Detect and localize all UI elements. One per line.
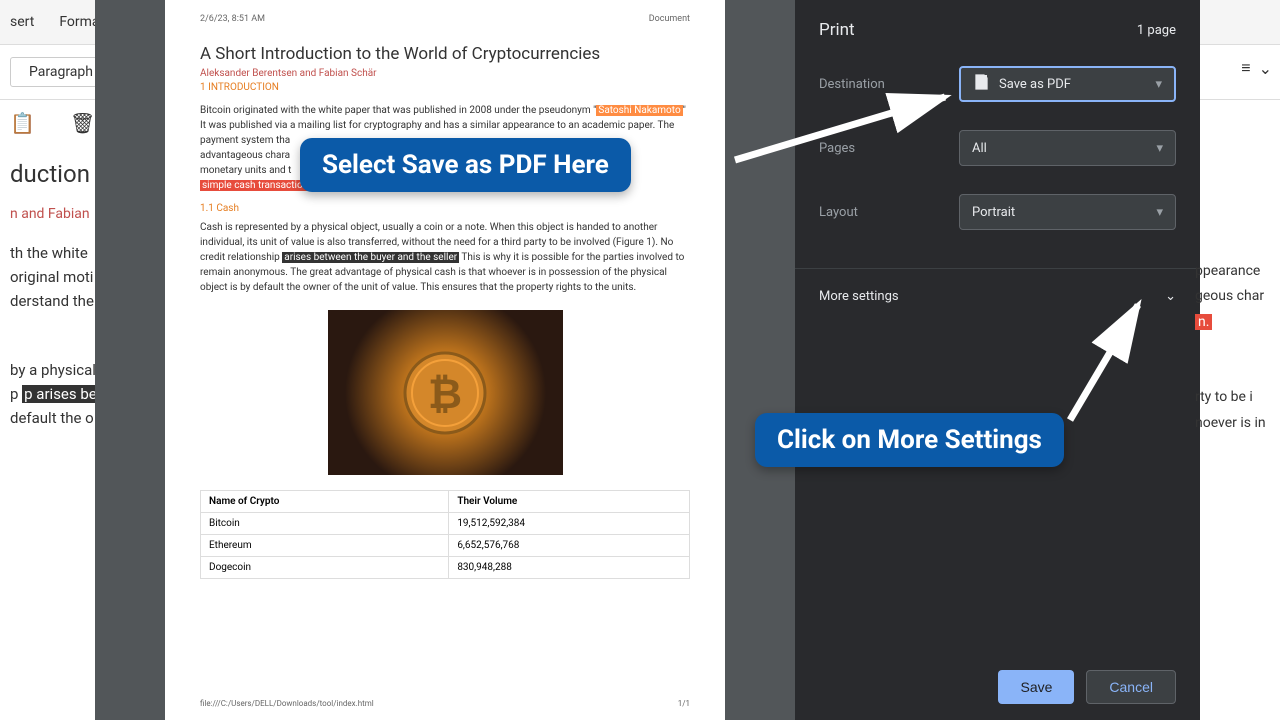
preview-section: 1 INTRODUCTION [200, 82, 690, 93]
layout-label: Layout [819, 205, 959, 220]
preview-paragraph-2: Cash is represented by a physical object… [200, 220, 690, 295]
table-row: Dogecoin830,948,288 [201, 557, 690, 579]
callout-more-settings: Click on More Settings [755, 413, 1064, 467]
preview-timestamp: 2/6/23, 8:51 AM [200, 14, 265, 24]
callout-save-pdf: Select Save as PDF Here [300, 138, 631, 192]
svg-text:₿: ₿ [428, 370, 462, 419]
chevron-down-icon: ▾ [1156, 141, 1163, 156]
chevron-down-icon: ▾ [1156, 205, 1163, 220]
delete-icon[interactable]: 🗑 [70, 111, 95, 135]
print-dialog-overlay: 2/6/23, 8:51 AM Document A Short Introdu… [95, 0, 1200, 720]
print-preview-area: 2/6/23, 8:51 AM Document A Short Introdu… [95, 0, 795, 720]
ribbon-list-icons-right: ≡ ⌄ [1241, 58, 1272, 78]
preview-footer-path: file:///C:/Users/DELL/Downloads/tool/ind… [200, 699, 374, 708]
preview-header-label: Document [649, 14, 690, 24]
paste-icon[interactable]: 📋 [10, 111, 35, 135]
pdf-icon [973, 74, 989, 94]
chevron-down-icon: ⌄ [1165, 289, 1176, 304]
preview-title: A Short Introduction to the World of Cry… [200, 44, 690, 64]
preview-page: 2/6/23, 8:51 AM Document A Short Introdu… [165, 0, 725, 720]
bitcoin-image: ₿ [328, 310, 563, 475]
save-button[interactable]: Save [998, 670, 1074, 704]
chevron-down-icon: ▾ [1155, 77, 1162, 92]
cancel-button[interactable]: Cancel [1086, 670, 1176, 704]
menu-insert[interactable]: sert [10, 14, 34, 30]
layout-dropdown[interactable]: Portrait ▾ [959, 194, 1176, 230]
chevron-down-icon: ⌄ [1259, 59, 1272, 78]
destination-dropdown[interactable]: Save as PDF ▾ [959, 66, 1176, 102]
table-row: Ethereum6,652,576,768 [201, 535, 690, 557]
preview-footer-page: 1/1 [678, 699, 690, 708]
preview-authors: Aleksander Berentsen and Fabian Schär [200, 68, 690, 79]
table-row: Bitcoin19,512,592,384 [201, 513, 690, 535]
table-header-row: Name of Crypto Their Volume [201, 491, 690, 513]
list-icon[interactable]: ≡ [1241, 58, 1250, 78]
page-count: 1 page [1137, 23, 1176, 38]
preview-subsection: 1.1 Cash [200, 203, 690, 214]
arrow-to-more-settings [1050, 295, 1150, 425]
print-title: Print [819, 20, 855, 40]
arrow-to-destination [730, 85, 955, 165]
pages-dropdown[interactable]: All ▾ [959, 130, 1176, 166]
background-doc-right-fragment: ppearance geous char n. rty to be i noev… [1195, 260, 1280, 437]
crypto-table: Name of Crypto Their Volume Bitcoin19,51… [200, 490, 690, 579]
